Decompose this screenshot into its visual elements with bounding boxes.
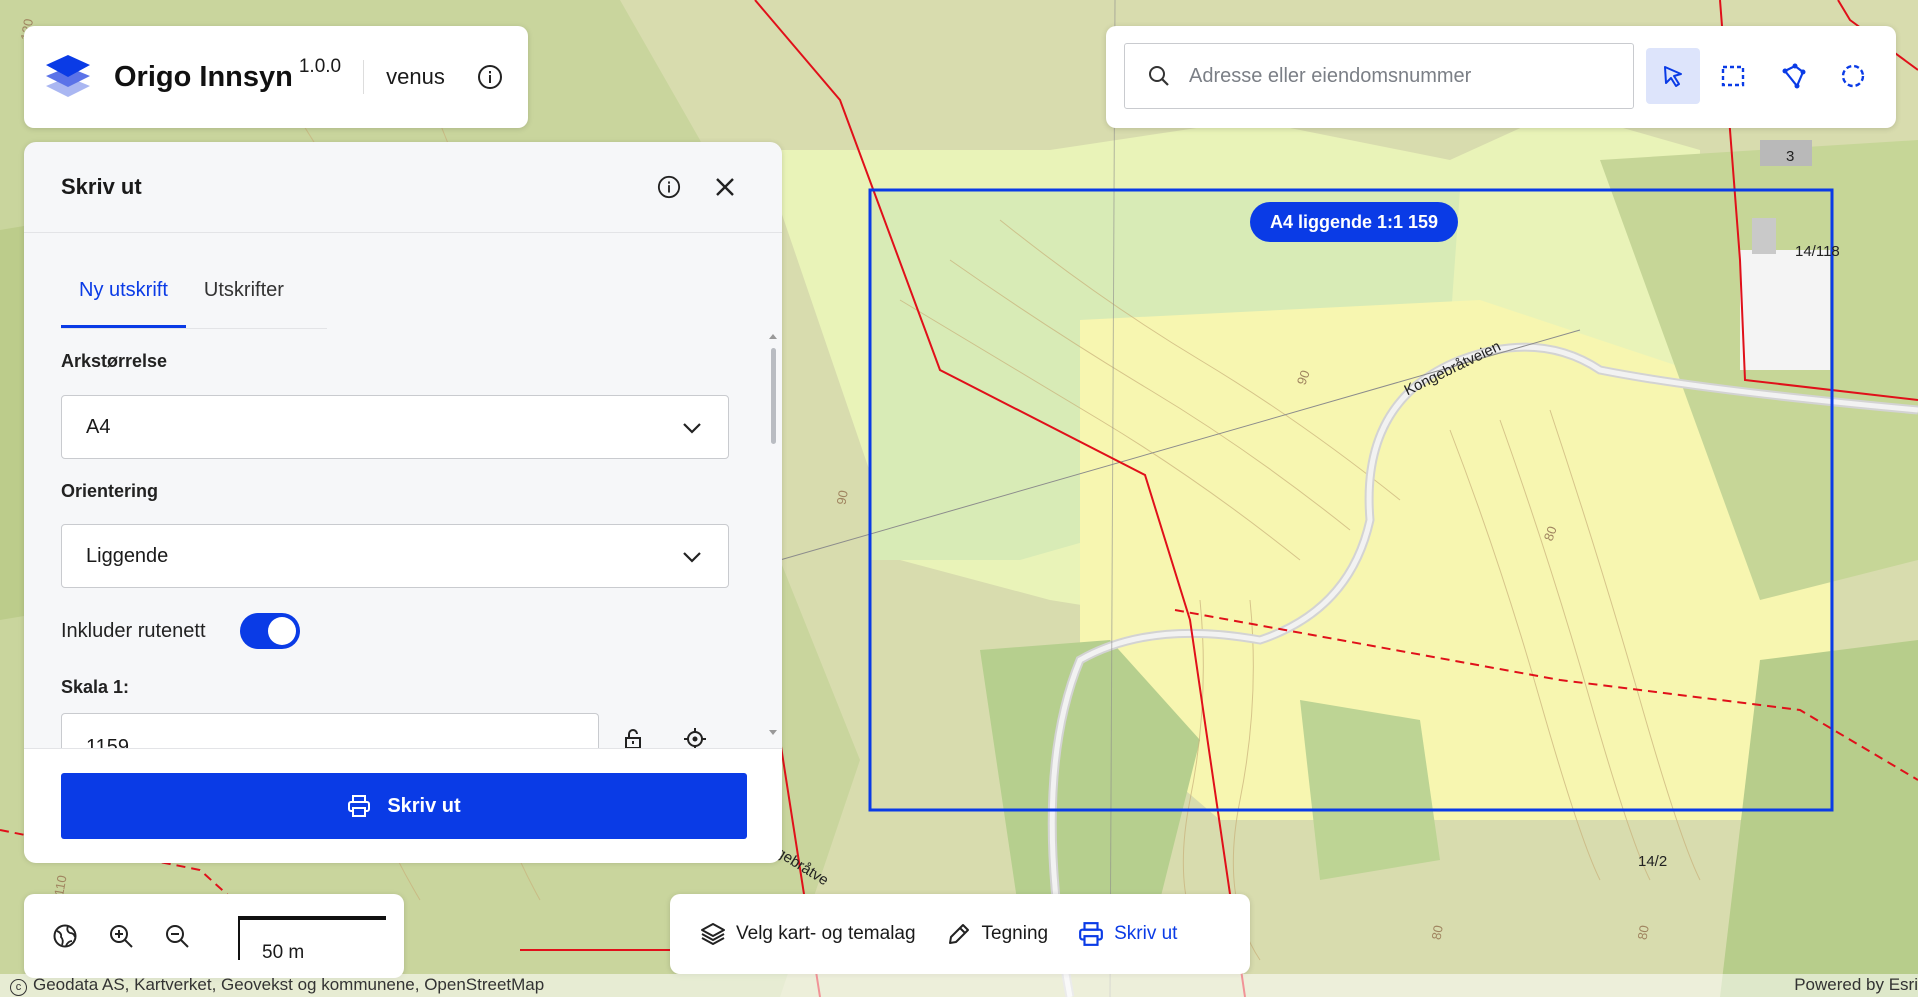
panel-title: Skriv ut xyxy=(61,174,142,199)
toggle-knob xyxy=(268,617,296,645)
chevron-down-icon xyxy=(683,423,701,434)
select-rectangle-tool[interactable] xyxy=(1706,48,1760,104)
paper-size-label: Arkstørrelse xyxy=(61,351,168,371)
orientation-value: Liggende xyxy=(86,545,169,567)
attribution-sources: Geodata AS, Kartverket, Geovekst og komm… xyxy=(33,975,545,994)
search-box[interactable] xyxy=(1124,43,1634,109)
contour-label: 80 xyxy=(1428,924,1446,941)
orientation-label: Orientering xyxy=(61,481,159,501)
info-icon[interactable] xyxy=(475,62,505,92)
building-plot xyxy=(1740,250,1830,370)
search-toolbar xyxy=(1106,26,1896,128)
powered-by[interactable]: Powered by Esri xyxy=(1794,975,1918,995)
copyright-icon[interactable]: c xyxy=(10,979,27,996)
printer-icon xyxy=(348,795,371,817)
forest-south-2 xyxy=(1300,700,1440,880)
cursor-arrow-icon xyxy=(1664,66,1682,87)
panel-footer: Skriv ut xyxy=(24,748,782,863)
polygon-icon xyxy=(1782,63,1806,89)
tab-bar: Ny utskrift Utskrifter xyxy=(61,272,327,329)
attribution-bar: c Geodata AS, Kartverket, Geovekst og kom… xyxy=(0,974,1918,997)
zoom-in-icon[interactable] xyxy=(106,921,136,951)
search-input[interactable] xyxy=(1187,63,1621,89)
app-header: Origo Innsyn 1.0.0 venus xyxy=(24,26,528,128)
globe-home-icon[interactable] xyxy=(50,921,80,951)
info-icon[interactable] xyxy=(654,172,684,202)
print-button[interactable]: Skriv ut xyxy=(61,773,747,839)
grid-toggle[interactable] xyxy=(240,613,300,649)
close-icon[interactable] xyxy=(710,172,740,202)
orientation-select[interactable]: Liggende xyxy=(61,524,729,588)
scale-bar-line xyxy=(238,916,386,920)
zoom-out-icon[interactable] xyxy=(162,921,192,951)
app-version: 1.0.0 xyxy=(298,56,342,77)
paper-size-select[interactable]: A4 xyxy=(61,395,729,459)
scroll-up-icon xyxy=(769,334,777,339)
parcel-label: 14/2 xyxy=(1638,853,1668,870)
layers-menu-label: Velg kart- og temalag xyxy=(736,923,916,944)
print-panel: Skriv ut Ny utskrift Utskrifter Arkstørr… xyxy=(24,142,782,863)
layers-logo-icon xyxy=(46,55,90,97)
search-icon xyxy=(1149,66,1169,86)
paper-size-value: A4 xyxy=(86,416,111,438)
print-menu-label: Skriv ut xyxy=(1114,923,1178,944)
printer-icon xyxy=(1079,922,1104,946)
contour-label: 80 xyxy=(1634,924,1652,941)
scroll-down-icon xyxy=(769,730,777,735)
bottom-menu: Velg kart- og temalag Tegning Skriv ut xyxy=(670,894,1250,974)
drawing-menu-button[interactable]: Tegning xyxy=(946,921,1049,947)
app-title: Origo Innsyn xyxy=(114,60,293,93)
user-name: venus xyxy=(386,64,445,89)
grid-label: Inkluder rutenett xyxy=(61,620,206,642)
scale-label: Skala 1: xyxy=(61,677,130,697)
pen-icon xyxy=(948,924,969,944)
building xyxy=(1752,218,1776,254)
panel-header: Skriv ut xyxy=(24,142,782,233)
panel-scrollbar[interactable] xyxy=(768,332,778,737)
scroll-thumb[interactable] xyxy=(771,348,776,444)
select-circle-tool[interactable] xyxy=(1826,48,1880,104)
tab-new-print[interactable]: Ny utskrift xyxy=(61,272,186,328)
chevron-down-icon xyxy=(683,552,701,563)
select-pointer-tool[interactable] xyxy=(1646,48,1700,104)
attribution-text: c Geodata AS, Kartverket, Geovekst og kom… xyxy=(10,975,544,996)
dashed-circle-icon xyxy=(1841,64,1865,88)
building-number-label: 3 xyxy=(1786,148,1795,165)
layers-menu-button[interactable]: Velg kart- og temalag xyxy=(700,921,916,947)
print-button-label: Skriv ut xyxy=(387,794,461,817)
divider xyxy=(363,60,365,94)
map-controls: 50 m xyxy=(24,894,404,978)
drawing-menu-label: Tegning xyxy=(981,923,1049,944)
tab-prints[interactable]: Utskrifter xyxy=(186,272,302,326)
layers-icon xyxy=(701,923,725,945)
scale-bar-tick xyxy=(238,916,240,960)
parcel-label: 14/118 xyxy=(1795,243,1840,260)
scale-bar: 50 m xyxy=(238,916,388,963)
scale-input[interactable]: 1159 xyxy=(61,713,599,753)
contour-label: 90 xyxy=(833,489,851,506)
scale-bar-label: 50 m xyxy=(262,942,305,963)
print-frame-badge: A4 liggende 1:1 159 xyxy=(1250,202,1459,242)
select-polygon-tool[interactable] xyxy=(1766,48,1820,104)
print-menu-button[interactable]: Skriv ut xyxy=(1078,922,1177,946)
dashed-rectangle-icon xyxy=(1721,65,1745,87)
